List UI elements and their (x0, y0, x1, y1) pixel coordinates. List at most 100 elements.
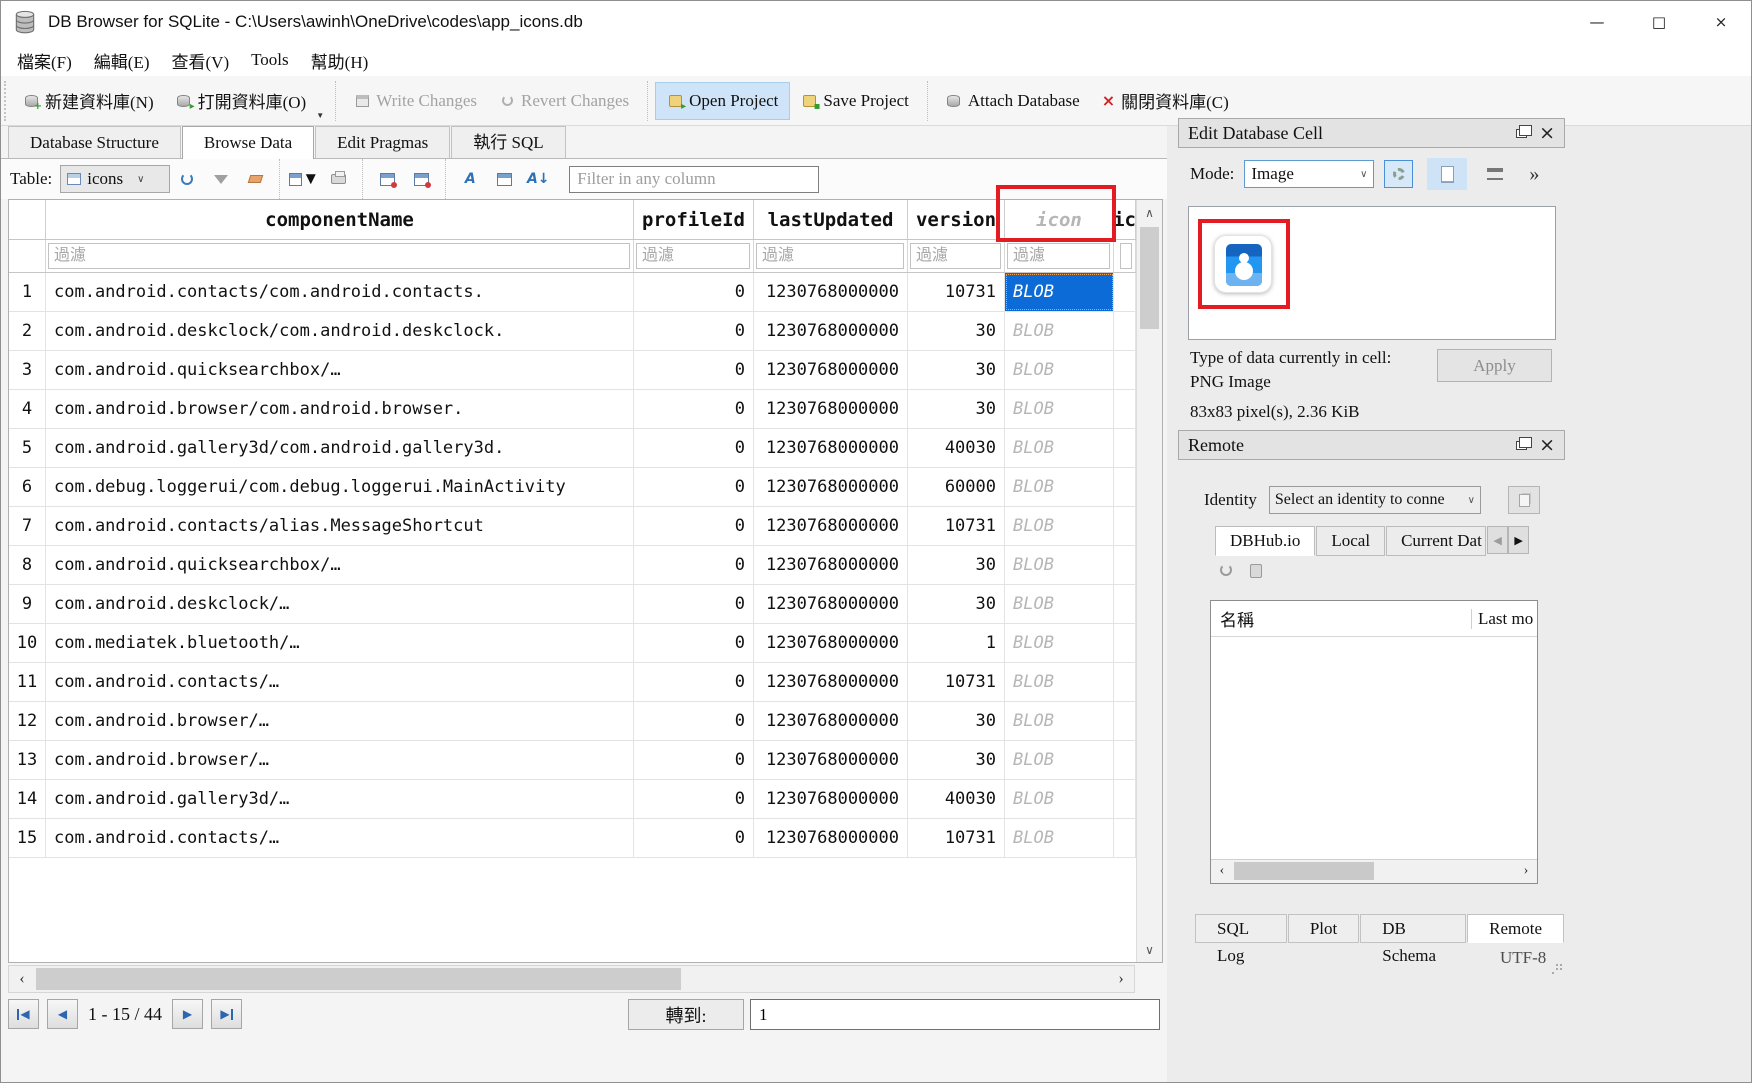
print-button[interactable] (323, 164, 353, 194)
cell-version[interactable]: 10731 (908, 273, 1005, 311)
cell-lastUpdated[interactable]: 1230768000000 (754, 390, 908, 428)
row-number[interactable]: 14 (9, 780, 46, 818)
row-number[interactable]: 3 (9, 351, 46, 389)
cell-partial[interactable] (1114, 390, 1136, 428)
auto-switch-mode-button[interactable] (1384, 160, 1413, 188)
tab-remote[interactable]: Remote (1467, 914, 1564, 943)
close-button[interactable]: × (1690, 0, 1752, 44)
cell-partial[interactable] (1114, 663, 1136, 701)
goto-record-input[interactable] (750, 999, 1160, 1030)
vertical-scrollbar[interactable]: ∧ ∨ (1136, 200, 1162, 962)
cell-icon-blob[interactable]: BLOB (1005, 702, 1114, 740)
row-number[interactable]: 6 (9, 468, 46, 506)
cell-partial[interactable] (1114, 624, 1136, 662)
cell-version[interactable]: 40030 (908, 780, 1005, 818)
cell-profileId[interactable]: 0 (634, 819, 754, 857)
row-number[interactable]: 5 (9, 429, 46, 467)
cell-version[interactable]: 30 (908, 585, 1005, 623)
scroll-right-icon[interactable]: › (1108, 966, 1134, 992)
cell-lastUpdated[interactable]: 1230768000000 (754, 273, 908, 311)
cell-lastUpdated[interactable]: 1230768000000 (754, 507, 908, 545)
menu-tools[interactable]: Tools (240, 50, 300, 70)
cell-lastUpdated[interactable]: 1230768000000 (754, 702, 908, 740)
open-database-button[interactable]: ▸ 打開資料庫(O) ▼ (165, 82, 329, 120)
cell-version[interactable]: 60000 (908, 468, 1005, 506)
menu-file[interactable]: 檔案(F) (6, 48, 83, 73)
cell-version[interactable]: 30 (908, 312, 1005, 350)
cell-version[interactable]: 10731 (908, 507, 1005, 545)
clear-sort-button[interactable] (240, 164, 270, 194)
cell-version[interactable]: 30 (908, 351, 1005, 389)
tab-dbhub[interactable]: DBHub.io (1215, 526, 1315, 556)
horizontal-scrollbar-thumb[interactable] (36, 968, 681, 990)
write-changes-button[interactable]: Write Changes (343, 82, 488, 120)
cell-icon-blob[interactable]: BLOB (1005, 546, 1114, 584)
tab-db-schema[interactable]: DB Schema (1360, 914, 1466, 943)
menu-edit[interactable]: 編輯(E) (83, 48, 161, 73)
cell-profileId[interactable]: 0 (634, 663, 754, 701)
cell-lastUpdated[interactable]: 1230768000000 (754, 741, 908, 779)
scroll-left-icon[interactable]: ‹ (9, 966, 35, 992)
filter-version-input[interactable] (910, 243, 1001, 269)
filter-lastUpdated-input[interactable] (756, 243, 904, 269)
cell-profileId[interactable]: 0 (634, 507, 754, 545)
refresh-button[interactable] (172, 164, 202, 194)
filter-profileId-input[interactable] (636, 243, 750, 269)
cell-lastUpdated[interactable]: 1230768000000 (754, 780, 908, 818)
cell-profileId[interactable]: 0 (634, 624, 754, 662)
cell-icon-blob[interactable]: BLOB (1005, 312, 1114, 350)
cell-partial[interactable] (1114, 429, 1136, 467)
last-modified-column-header[interactable]: Last mo (1471, 609, 1537, 629)
cell-lastUpdated[interactable]: 1230768000000 (754, 468, 908, 506)
cell-componentName[interactable]: com.android.browser/… (46, 741, 634, 779)
cell-profileId[interactable]: 0 (634, 702, 754, 740)
remote-refresh-icon[interactable] (1220, 564, 1232, 576)
header-profileId[interactable]: profileId (634, 200, 754, 239)
cell-lastUpdated[interactable]: 1230768000000 (754, 624, 908, 662)
cell-componentName[interactable]: com.android.contacts/… (46, 819, 634, 857)
word-wrap-icon[interactable] (1487, 168, 1503, 180)
cell-componentName[interactable]: com.android.deskclock/… (46, 585, 634, 623)
cell-lastUpdated[interactable]: 1230768000000 (754, 429, 908, 467)
cell-partial[interactable] (1114, 507, 1136, 545)
cell-partial[interactable] (1114, 351, 1136, 389)
row-number[interactable]: 8 (9, 546, 46, 584)
last-page-button[interactable]: ▶ (211, 999, 242, 1029)
tab-edit-pragmas[interactable]: Edit Pragmas (315, 126, 450, 158)
cell-componentName[interactable]: com.debug.loggerui/com.debug.loggerui.Ma… (46, 468, 634, 506)
tab-local[interactable]: Local (1316, 526, 1385, 556)
cell-profileId[interactable]: 0 (634, 351, 754, 389)
cell-icon-blob[interactable]: BLOB (1005, 429, 1114, 467)
row-number[interactable]: 15 (9, 819, 46, 857)
cell-componentName[interactable]: com.android.contacts/alias.MessageShortc… (46, 507, 634, 545)
encoding-button[interactable] (489, 164, 519, 194)
cell-componentName[interactable]: com.android.contacts/com.android.contact… (46, 273, 634, 311)
filter-componentName-input[interactable] (48, 243, 630, 269)
first-page-button[interactable]: ◀ (8, 999, 39, 1029)
cell-version[interactable]: 10731 (908, 663, 1005, 701)
tab-plot[interactable]: Plot (1288, 914, 1359, 943)
cell-icon-blob[interactable]: BLOB (1005, 741, 1114, 779)
row-number[interactable]: 4 (9, 390, 46, 428)
float-panel-icon[interactable] (1516, 129, 1527, 138)
cell-profileId[interactable]: 0 (634, 585, 754, 623)
cell-profileId[interactable]: 0 (634, 273, 754, 311)
revert-changes-button[interactable]: Revert Changes (488, 82, 640, 120)
cell-icon-blob[interactable]: BLOB (1005, 351, 1114, 389)
menu-help[interactable]: 幫助(H) (300, 48, 380, 73)
cell-componentName[interactable]: com.android.deskclock/com.android.deskcl… (46, 312, 634, 350)
cell-version[interactable]: 10731 (908, 819, 1005, 857)
tab-scroll-right-icon[interactable]: ▶ (1508, 526, 1529, 554)
cell-icon-blob[interactable]: BLOB (1005, 819, 1114, 857)
scroll-up-icon[interactable]: ∧ (1137, 200, 1162, 225)
goto-button[interactable]: 轉到: (628, 999, 744, 1030)
insert-record-button[interactable] (372, 164, 402, 194)
row-number[interactable]: 2 (9, 312, 46, 350)
cell-lastUpdated[interactable]: 1230768000000 (754, 819, 908, 857)
cell-lastUpdated[interactable]: 1230768000000 (754, 312, 908, 350)
cell-profileId[interactable]: 0 (634, 429, 754, 467)
tab-browse-data[interactable]: Browse Data (182, 126, 314, 159)
scroll-down-icon[interactable]: ∨ (1137, 937, 1162, 962)
cell-icon-blob[interactable]: BLOB (1005, 390, 1114, 428)
close-panel-icon[interactable]: × (1539, 124, 1555, 143)
